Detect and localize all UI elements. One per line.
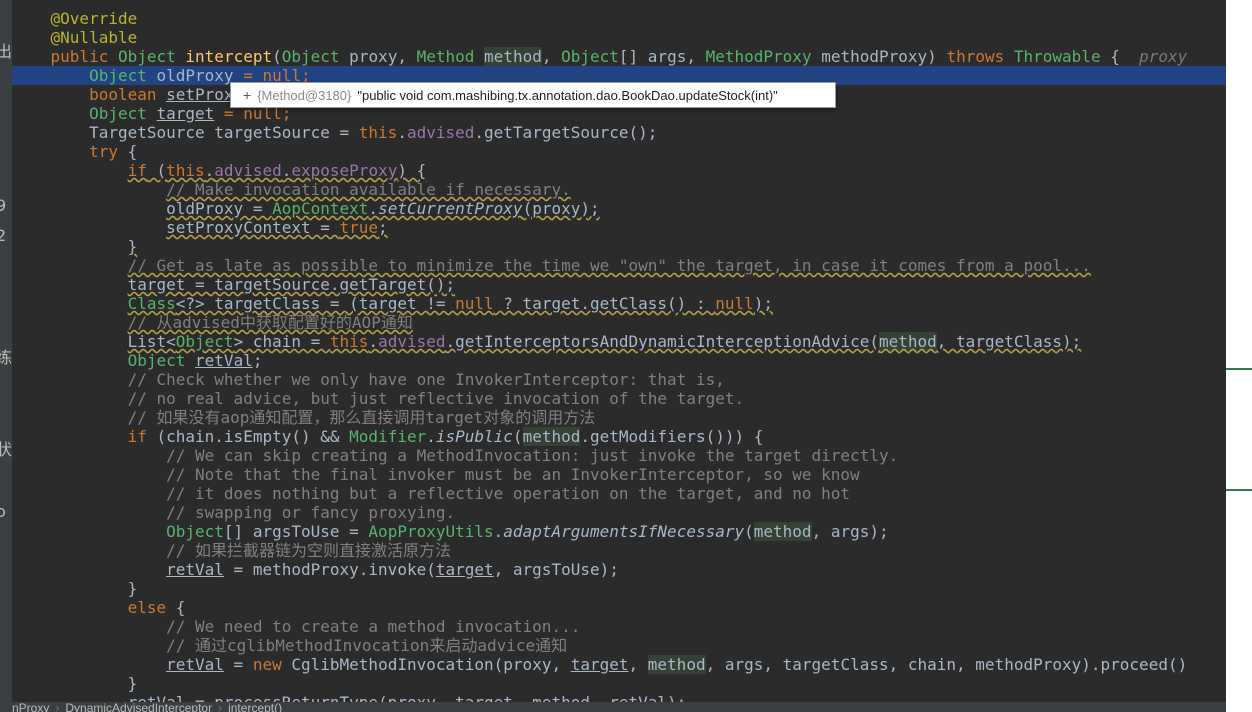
left-strip-char: 2 (0, 226, 7, 245)
breadcrumb-separator: › (218, 702, 223, 712)
left-strip-char: o (0, 502, 6, 521)
code-line: // Check whether we only have one Invoke… (127, 370, 725, 389)
code-line: if (this.advised.exposeProxy) { (127, 161, 427, 180)
breadcrumb-item[interactable]: DynamicAdvisedInterceptor (65, 702, 212, 712)
left-strip-char: 状 (0, 440, 12, 459)
code-line: // 如果拦截器链为空则直接激活原方法 (166, 541, 452, 560)
code-line: if (chain.isEmpty() && Modifier.isPublic… (127, 427, 764, 446)
code-line: Class<?> targetClass = (target != null ?… (127, 294, 774, 313)
code-line: oldProxy = AopContext.setCurrentProxy(pr… (166, 199, 600, 218)
left-strip-char: 9 (0, 196, 7, 215)
code-line: setProxyContext = true; (166, 218, 388, 237)
code-line: @Override (50, 9, 138, 28)
left-strip-char: ; (0, 530, 1, 549)
code-line: retVal = methodProxy.invoke(target, args… (166, 560, 619, 579)
code-line: } (127, 579, 138, 598)
code-line: // We can skip creating a MethodInvocati… (166, 446, 899, 465)
breadcrumb-item[interactable]: nProxy (12, 702, 49, 712)
code-line: else { (127, 598, 186, 617)
tooltip-type: {Method@3180} (257, 88, 352, 103)
code-line: retVal = new CglibMethodInvocation(proxy… (166, 655, 1188, 674)
code-line: target = targetSource.getTarget(); (127, 275, 456, 294)
left-strip-char: 出 (0, 42, 12, 61)
scroll-marker (1226, 368, 1252, 370)
left-strip-char: 练 (0, 348, 12, 367)
code-line: // it does nothing but a reflective oper… (166, 484, 851, 503)
code-line: public Object intercept(Object proxy, Me… (50, 47, 1188, 66)
code-line: Object[] argsToUse = AopProxyUtils.adapt… (166, 522, 889, 541)
code-line: // 通过cglibMethodInvocation来启动advice通知 (166, 636, 568, 655)
code-line: // 从advised中获取配置好的AOP通知 (127, 313, 413, 332)
tooltip-value: "public void com.mashibing.tx.annotation… (357, 88, 778, 103)
left-panel-strip: 出 9 2 练 状 o ; (0, 0, 12, 712)
code-line: // swapping or fancy proxying. (166, 503, 456, 522)
breadcrumb-item[interactable]: intercept() (228, 702, 282, 712)
right-panel-strip (1226, 0, 1252, 712)
code-line: @Nullable (50, 28, 138, 47)
code-line: TargetSource targetSource = this.advised… (89, 123, 658, 142)
breadcrumb-separator: › (55, 702, 60, 712)
code-line: retVal = processReturnType(proxy, target… (12, 693, 1226, 702)
code-line: List<Object> chain = this.advised.getInt… (127, 332, 1082, 351)
code-line: try { (89, 142, 138, 161)
code-line: Object retVal; (127, 351, 263, 370)
code-line: // no real advice, but just reflective i… (127, 389, 745, 408)
code-line: // Make invocation available if necessar… (166, 180, 571, 199)
code-line: } (127, 237, 138, 256)
code-line: // Note that the final invoker must be a… (166, 465, 860, 484)
scroll-marker (1226, 489, 1252, 491)
code-line: // We need to create a method invocation… (166, 617, 581, 636)
code-line: } (127, 674, 138, 693)
debug-value-tooltip[interactable]: + {Method@3180} "public void com.mashibing… (230, 82, 836, 108)
code-line: // Get as late as possible to minimize t… (127, 256, 1091, 275)
expand-plus-icon[interactable]: + (243, 87, 251, 103)
breadcrumb: nProxy › DynamicAdvisedInterceptor › interce… (12, 702, 1226, 712)
code-line: // 如果没有aop通知配置，那么直接调用target对象的调用方法 (127, 408, 596, 427)
